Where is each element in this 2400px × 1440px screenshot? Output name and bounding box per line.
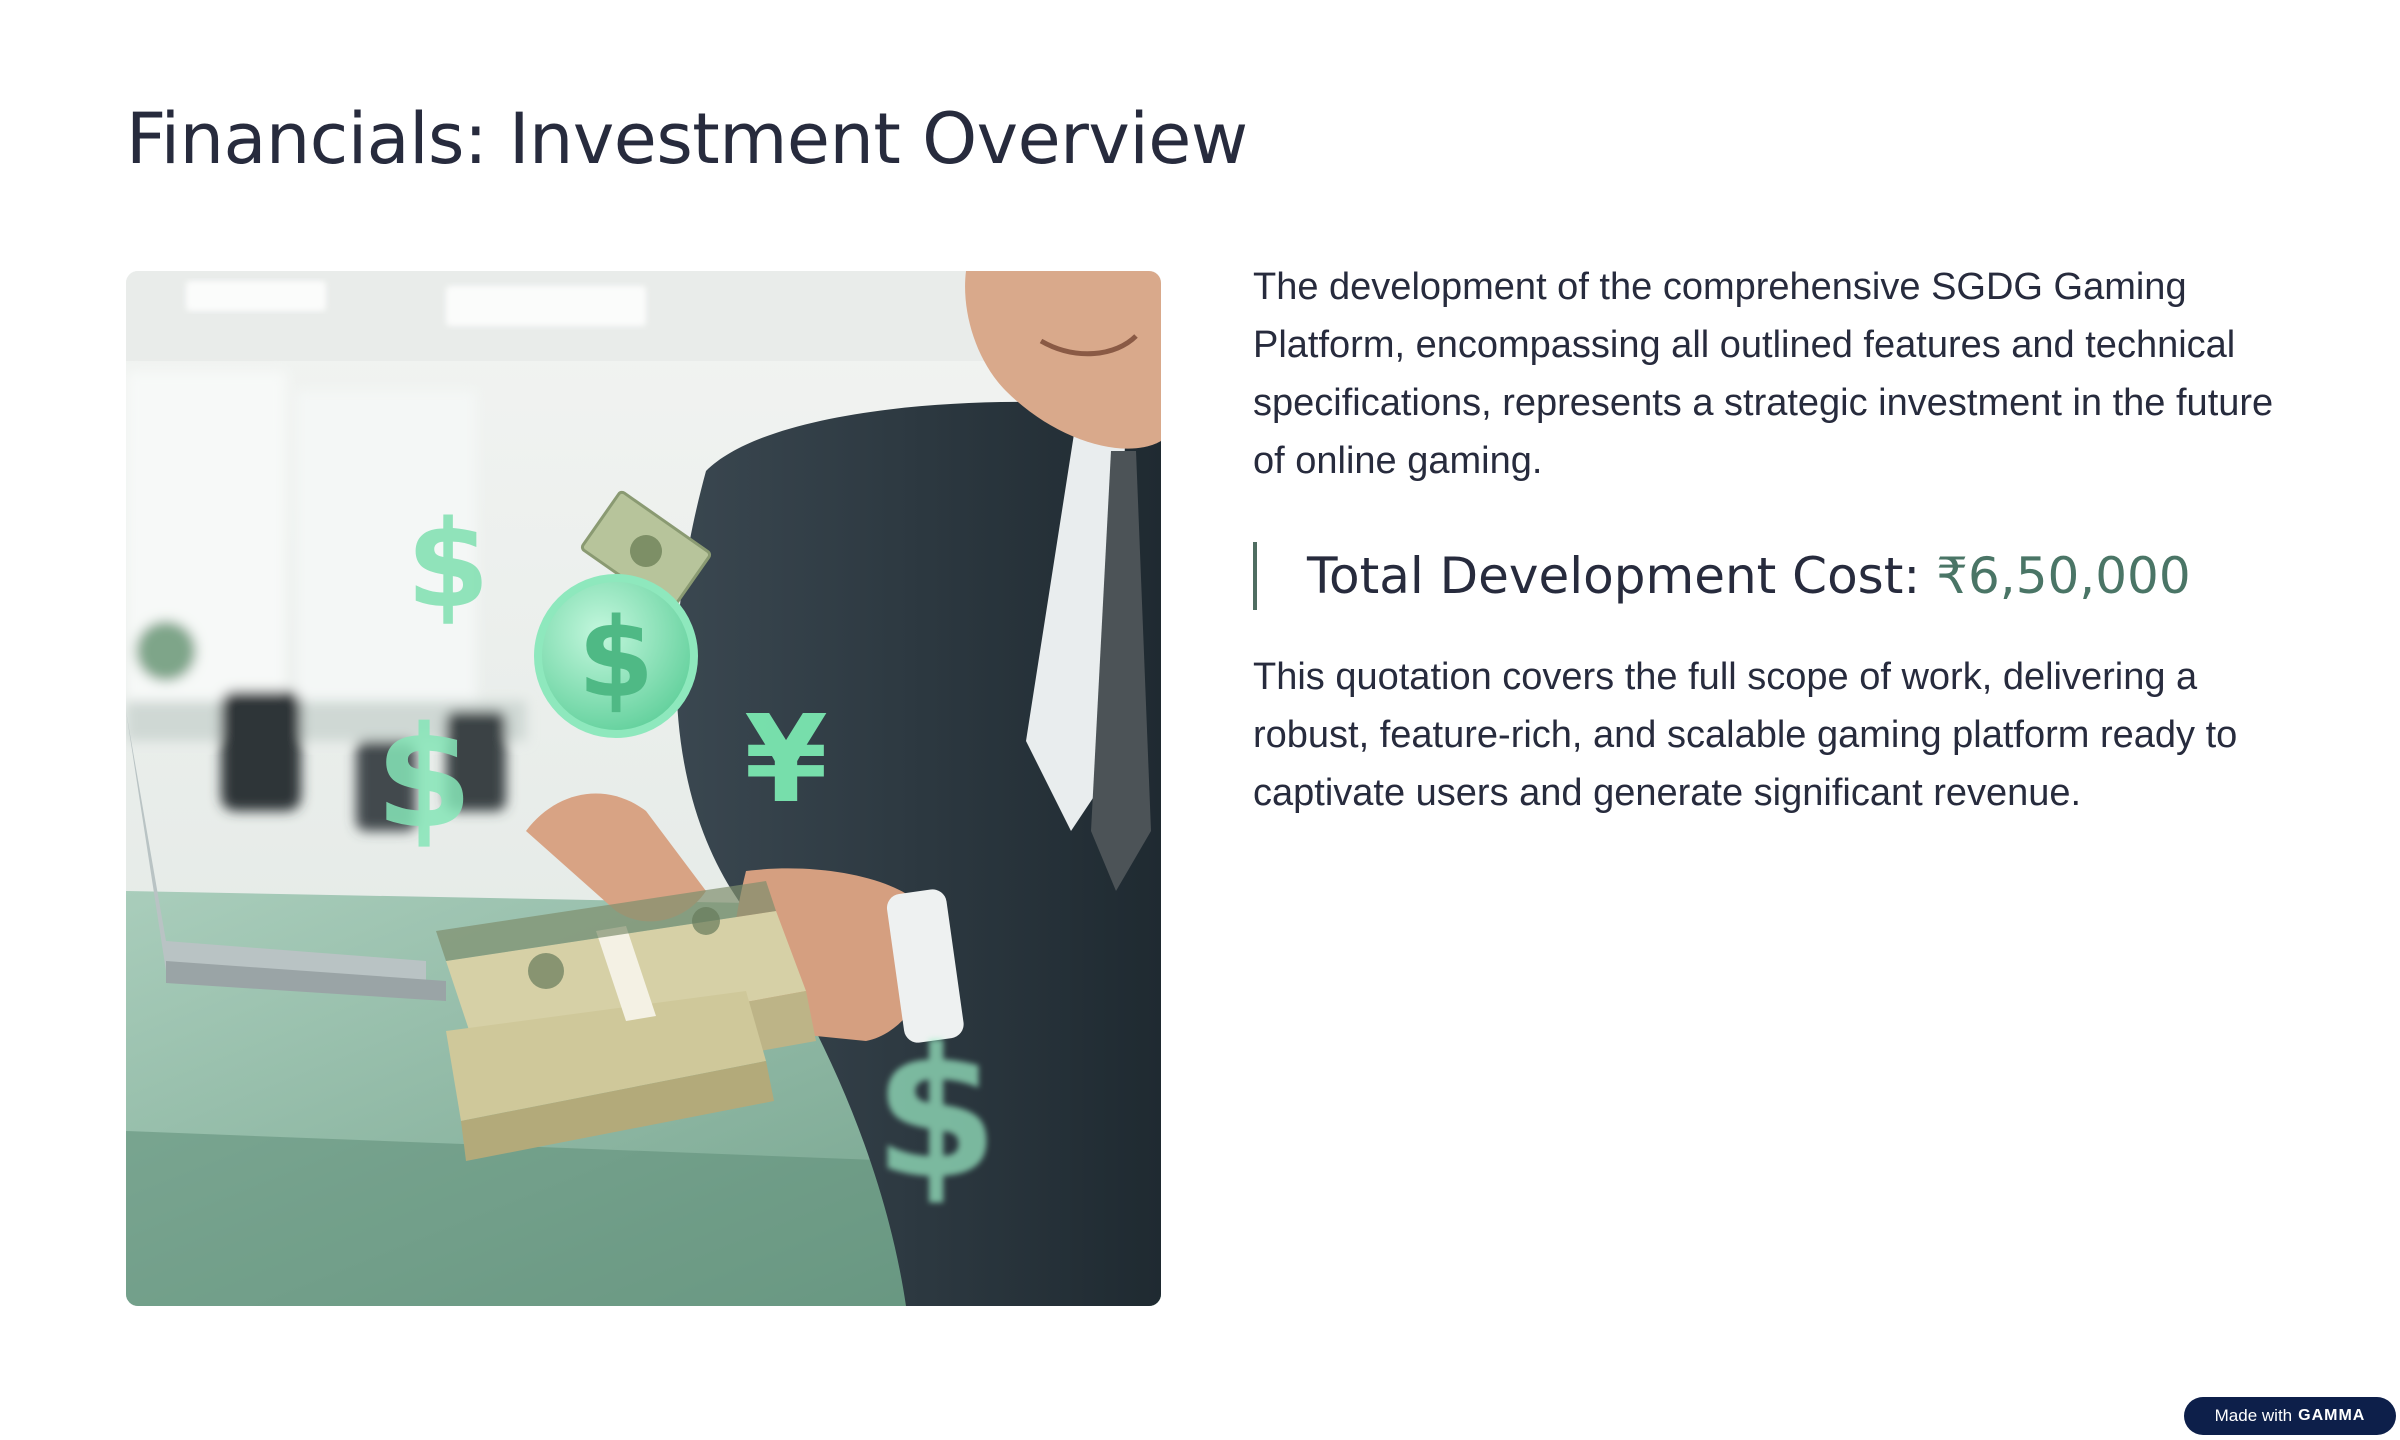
slide: Financials: Investment Overview $ $ $ ¥ … xyxy=(0,0,2400,1440)
yen-sign-icon: ¥ xyxy=(744,691,828,830)
page-title: Financials: Investment Overview xyxy=(126,98,1248,180)
intro-paragraph: The development of the comprehensive SGD… xyxy=(1253,266,2274,482)
dollar-sign-icon: $ xyxy=(406,496,490,635)
closing-paragraph: This quotation covers the full scope of … xyxy=(1253,656,2238,814)
content-column: The development of the comprehensive SGD… xyxy=(1253,258,2283,822)
dollar-coin-icon: $ xyxy=(578,594,655,722)
dollar-sign-icon-large: $ xyxy=(375,697,472,860)
office-money-illustration: $ $ $ ¥ $ xyxy=(126,271,1161,1306)
cost-callout: Total Development Cost: ₹6,50,000 xyxy=(1253,542,2283,610)
badge-prefix: Made with xyxy=(2214,1406,2293,1425)
dollar-sign-icon-blurred: $ xyxy=(873,1010,998,1219)
investment-photo: $ $ $ ¥ $ xyxy=(126,271,1161,1306)
made-with-gamma-badge[interactable]: Made with GAMMA xyxy=(2184,1397,2396,1435)
cost-value: ₹6,50,000 xyxy=(1936,547,2191,605)
cost-label: Total Development Cost: xyxy=(1307,547,1921,605)
gamma-logo: GAMMA xyxy=(2298,1407,2366,1424)
